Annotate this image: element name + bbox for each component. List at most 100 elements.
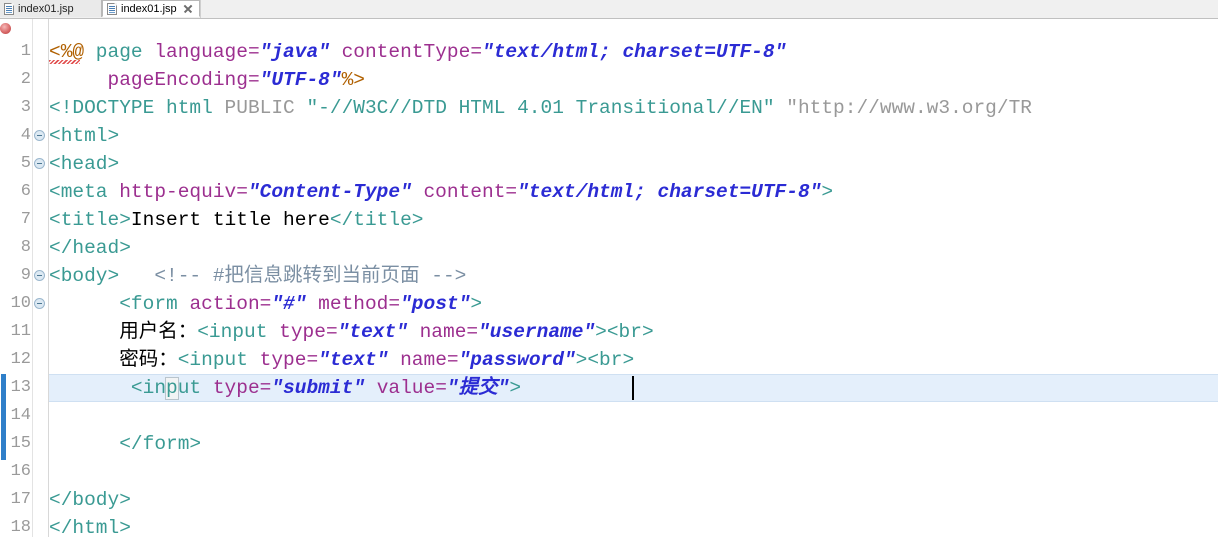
line-number-gutter: 1 2 3 4 5 6 7 8 9 10 11 12 13 14 15 16 1… <box>11 19 33 537</box>
code-text-area[interactable]: <%@ page language="java" contentType="te… <box>49 19 1218 537</box>
line-number: 13 <box>10 378 31 397</box>
tab-index01-jsp-active[interactable]: index01.jsp <box>102 0 200 17</box>
token-attr-contenttype: contentType <box>341 41 471 63</box>
token-value-post: "post" <box>400 293 471 315</box>
token-value-contenttype: "Content-Type" <box>247 181 412 203</box>
token-attr-content: content <box>423 181 506 203</box>
fold-toggle-icon[interactable] <box>34 298 45 309</box>
token-attr-action: action <box>189 293 260 315</box>
token-label-username: 用户名： <box>119 321 198 343</box>
token-doctype-public: PUBLIC <box>212 97 307 119</box>
token-equals: = <box>325 321 338 343</box>
token-tag-close: > <box>821 181 834 203</box>
tab-label: index01.jsp <box>18 2 74 15</box>
line-number: 2 <box>20 70 31 89</box>
error-marker-icon[interactable] <box>0 23 11 34</box>
token-tag-input-name: input <box>142 377 213 399</box>
editor-tab-bar: index01.jsp index01.jsp <box>0 0 1218 19</box>
token-value-password: "password" <box>458 349 576 371</box>
code-line-8: </head> <box>49 234 131 262</box>
code-line-4: <html> <box>49 122 119 150</box>
code-line-7: <title>Insert title here</title> <box>49 206 423 234</box>
token-equals: = <box>259 293 272 315</box>
token-tag-head-open: <head> <box>49 153 120 175</box>
token-value-hash: "#" <box>271 293 307 315</box>
token-value-text: "text" <box>337 321 408 343</box>
text-caret <box>632 376 634 400</box>
token-equals: = <box>466 321 479 343</box>
fold-toggle-icon[interactable] <box>34 270 45 281</box>
token-attr-type: type <box>279 321 326 343</box>
token-value-utf8: "UTF-8" <box>259 69 342 91</box>
token-equals: = <box>306 349 319 371</box>
token-page-keyword: page <box>84 41 155 63</box>
line-number: 9 <box>20 266 31 285</box>
line-number: 15 <box>10 434 31 453</box>
token-value-texthtml: "text/html; charset=UTF-8" <box>517 181 822 203</box>
token-doctype-html: html <box>166 97 213 119</box>
token-equals: = <box>505 181 518 203</box>
code-line-12: 密码：<input type="text" name="password"><b… <box>49 346 634 374</box>
token-tag-title-open: <title> <box>49 209 131 231</box>
tab-index01-jsp-background[interactable]: index01.jsp <box>0 0 102 17</box>
line-number: 12 <box>10 350 31 369</box>
token-equals: = <box>247 69 260 91</box>
token-attr-name: name <box>419 321 467 343</box>
line-number: 5 <box>20 154 31 173</box>
token-title-text: Insert title here <box>130 209 330 231</box>
token-tag-form-close: </form> <box>119 433 202 455</box>
token-attr-language: language <box>154 41 248 63</box>
token-attr-method: method <box>318 293 389 315</box>
code-line-17: </body> <box>49 486 131 514</box>
code-editor[interactable]: 1 2 3 4 5 6 7 8 9 10 11 12 13 14 15 16 1… <box>0 19 1218 537</box>
code-line-10: <form action="#" method="post"> <box>49 290 482 318</box>
line-number: 4 <box>20 126 31 145</box>
fold-toggle-icon[interactable] <box>34 158 45 169</box>
token-value-contenttype: "text/html; charset=UTF-8" <box>482 41 787 63</box>
token-equals: = <box>435 377 447 399</box>
line-number: 6 <box>20 182 31 201</box>
token-doctype-open: <!DOCTYPE <box>49 97 167 119</box>
token-tag-close: > <box>509 377 522 399</box>
code-line-6: <meta http-equiv="Content-Type" content=… <box>49 178 833 206</box>
token-doctype-url: "http://www.w3.org/TR <box>786 97 1032 119</box>
close-icon[interactable] <box>183 4 192 13</box>
folding-gutter[interactable] <box>33 19 49 537</box>
token-attr-name: name <box>400 349 447 371</box>
token-label-password: 密码： <box>119 349 178 371</box>
token-tag-input-open: <input <box>197 321 280 343</box>
token-equals: = <box>259 377 272 399</box>
code-line-1: <%@ page language="java" contentType="te… <box>49 38 786 66</box>
fold-toggle-icon[interactable] <box>34 130 45 141</box>
token-tag-title-close: </title> <box>329 209 424 231</box>
token-bracket-open: < <box>130 377 143 399</box>
token-attr-type: type <box>212 377 260 399</box>
tab-bar-filler <box>199 0 1218 18</box>
token-tag-close: > <box>575 349 588 371</box>
line-number: 8 <box>20 238 31 257</box>
token-doctype-dtd: "-//W3C//DTD HTML 4.01 Transitional//EN" <box>306 97 775 119</box>
token-tag-br: <br> <box>606 321 654 343</box>
token-tag-head-close: </head> <box>49 237 131 259</box>
token-value-java: "java" <box>259 41 330 63</box>
jsp-file-icon <box>107 2 117 15</box>
line-number: 18 <box>10 518 31 537</box>
token-tag-input-open: <input <box>177 349 260 371</box>
line-number: 1 <box>20 42 31 61</box>
token-equals: = <box>388 293 401 315</box>
token-equals: = <box>247 41 260 63</box>
code-line-13: <input type="submit" value="提交"> <box>49 374 521 402</box>
code-line-5: <head> <box>49 150 119 178</box>
token-tag-body-open: <body> <box>49 265 120 287</box>
token-html-comment: <!-- #把信息跳转到当前页面 --> <box>154 265 467 287</box>
error-squiggle <box>49 60 80 64</box>
tab-label: index01.jsp <box>121 2 177 15</box>
token-tag-br: <br> <box>587 349 635 371</box>
